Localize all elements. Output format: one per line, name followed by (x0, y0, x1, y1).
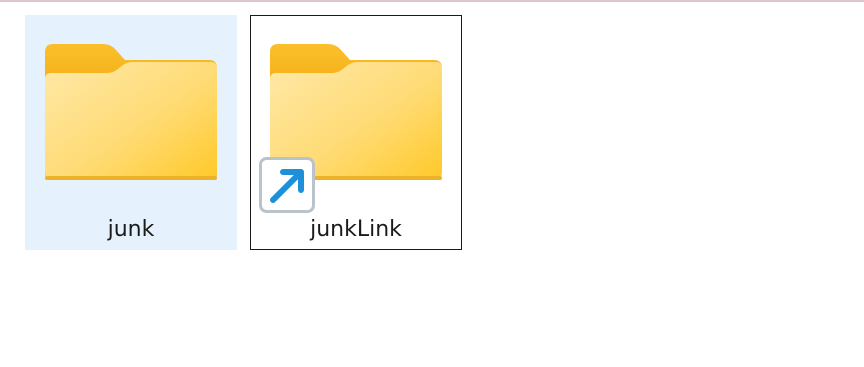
folder-name-label: junk (107, 217, 155, 242)
folder-icon (45, 44, 217, 180)
shortcut-name-label: junkLink (310, 217, 402, 242)
shortcut-arrow-icon (259, 157, 315, 213)
folder-item-junk[interactable]: junk (25, 15, 237, 250)
shortcut-item-junklink[interactable]: junkLink (250, 15, 462, 250)
window-top-border (0, 0, 864, 2)
